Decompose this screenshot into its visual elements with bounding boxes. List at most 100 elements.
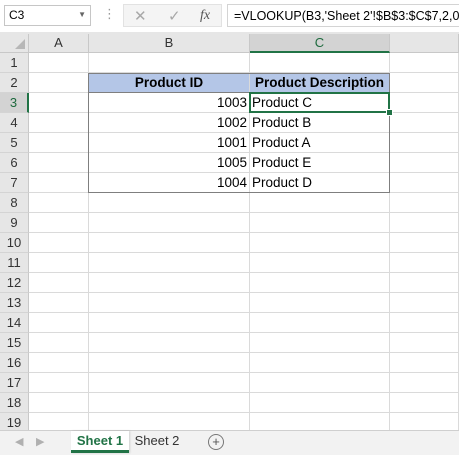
cell-extra-1[interactable]	[390, 53, 459, 73]
cell-a2[interactable]	[29, 73, 89, 93]
cell-c3[interactable]: Product C	[250, 93, 390, 113]
column-header-c[interactable]: C	[250, 34, 390, 53]
cell-c6[interactable]: Product E	[250, 153, 390, 173]
cell-c4[interactable]: Product B	[250, 113, 390, 133]
row-header-18[interactable]: 18	[0, 393, 29, 413]
column-header-extra[interactable]	[390, 34, 459, 53]
cell-c9[interactable]	[250, 213, 390, 233]
cell-a3[interactable]	[29, 93, 89, 113]
cell-extra-16[interactable]	[390, 353, 459, 373]
cell-a11[interactable]	[29, 253, 89, 273]
cell-extra-2[interactable]	[390, 73, 459, 93]
cell-b9[interactable]	[89, 213, 250, 233]
cell-b3[interactable]: 1003	[89, 93, 250, 113]
cell-a14[interactable]	[29, 313, 89, 333]
cell-a1[interactable]	[29, 53, 89, 73]
row-header-12[interactable]: 12	[0, 273, 29, 293]
cell-b6[interactable]: 1005	[89, 153, 250, 173]
cell-b14[interactable]	[89, 313, 250, 333]
cell-a7[interactable]	[29, 173, 89, 193]
cell-extra-6[interactable]	[390, 153, 459, 173]
tab-scroll-right-icon[interactable]: ▶	[36, 435, 44, 448]
row-header-13[interactable]: 13	[0, 293, 29, 313]
cell-a15[interactable]	[29, 333, 89, 353]
cell-c5[interactable]: Product A	[250, 133, 390, 153]
cell-a13[interactable]	[29, 293, 89, 313]
cell-a17[interactable]	[29, 373, 89, 393]
cell-c14[interactable]	[250, 313, 390, 333]
cell-extra-10[interactable]	[390, 233, 459, 253]
row-header-7[interactable]: 7	[0, 173, 29, 193]
row-header-5[interactable]: 5	[0, 133, 29, 153]
name-box[interactable]: C3 ▼	[4, 5, 91, 26]
cell-b4[interactable]: 1002	[89, 113, 250, 133]
enter-icon[interactable]: ✓	[168, 7, 181, 25]
cell-a10[interactable]	[29, 233, 89, 253]
tab-sheet-2[interactable]: Sheet 2	[131, 431, 183, 453]
row-header-15[interactable]: 15	[0, 333, 29, 353]
cell-c13[interactable]	[250, 293, 390, 313]
cell-extra-4[interactable]	[390, 113, 459, 133]
select-all-button[interactable]	[0, 34, 29, 53]
cell-b7[interactable]: 1004	[89, 173, 250, 193]
cell-b5[interactable]: 1001	[89, 133, 250, 153]
row-header-14[interactable]: 14	[0, 313, 29, 333]
cell-b12[interactable]	[89, 273, 250, 293]
cell-b11[interactable]	[89, 253, 250, 273]
row-header-6[interactable]: 6	[0, 153, 29, 173]
cell-a16[interactable]	[29, 353, 89, 373]
cell-b18[interactable]	[89, 393, 250, 413]
fill-handle[interactable]	[386, 109, 393, 116]
cell-extra-7[interactable]	[390, 173, 459, 193]
cell-b13[interactable]	[89, 293, 250, 313]
cell-c17[interactable]	[250, 373, 390, 393]
cell-c15[interactable]	[250, 333, 390, 353]
cell-extra-15[interactable]	[390, 333, 459, 353]
row-header-4[interactable]: 4	[0, 113, 29, 133]
add-sheet-icon[interactable]: +	[208, 434, 224, 450]
row-header-2[interactable]: 2	[0, 73, 29, 93]
cell-extra-5[interactable]	[390, 133, 459, 153]
row-header-8[interactable]: 8	[0, 193, 29, 213]
cell-c18[interactable]	[250, 393, 390, 413]
cell-b10[interactable]	[89, 233, 250, 253]
chevron-down-icon[interactable]: ▼	[78, 10, 86, 19]
cell-a9[interactable]	[29, 213, 89, 233]
row-header-16[interactable]: 16	[0, 353, 29, 373]
cell-extra-12[interactable]	[390, 273, 459, 293]
cell-a6[interactable]	[29, 153, 89, 173]
tab-scroll-left-icon[interactable]: ◀	[15, 435, 23, 448]
column-header-b[interactable]: B	[89, 34, 250, 53]
row-header-3[interactable]: 3	[0, 93, 29, 113]
cell-c8[interactable]	[250, 193, 390, 213]
cell-c12[interactable]	[250, 273, 390, 293]
cell-extra-17[interactable]	[390, 373, 459, 393]
row-header-17[interactable]: 17	[0, 373, 29, 393]
row-header-1[interactable]: 1	[0, 53, 29, 73]
header-product-id[interactable]: Product ID	[89, 73, 250, 93]
tab-sheet-1[interactable]: Sheet 1	[71, 431, 129, 453]
header-product-description[interactable]: Product Description	[250, 73, 390, 93]
cell-extra-8[interactable]	[390, 193, 459, 213]
cell-c10[interactable]	[250, 233, 390, 253]
cell-extra-3[interactable]	[390, 93, 459, 113]
cell-b8[interactable]	[89, 193, 250, 213]
cell-a18[interactable]	[29, 393, 89, 413]
cell-extra-14[interactable]	[390, 313, 459, 333]
row-header-11[interactable]: 11	[0, 253, 29, 273]
column-header-a[interactable]: A	[29, 34, 89, 53]
cell-b17[interactable]	[89, 373, 250, 393]
spreadsheet-grid[interactable]: A B C 1 2 Product ID Product Description 3 1003 P…	[0, 34, 459, 433]
cell-extra-18[interactable]	[390, 393, 459, 413]
formula-input[interactable]: =VLOOKUP(B3,'Sheet 2'!$B$3:$C$7,2,0)	[227, 4, 459, 27]
cell-c16[interactable]	[250, 353, 390, 373]
more-options-icon[interactable]: ⋮	[103, 6, 116, 22]
insert-function-icon[interactable]: fx	[200, 8, 210, 24]
cell-extra-11[interactable]	[390, 253, 459, 273]
row-header-10[interactable]: 10	[0, 233, 29, 253]
cell-extra-13[interactable]	[390, 293, 459, 313]
cell-a4[interactable]	[29, 113, 89, 133]
cell-a8[interactable]	[29, 193, 89, 213]
cell-b1[interactable]	[89, 53, 250, 73]
cell-c1[interactable]	[250, 53, 390, 73]
